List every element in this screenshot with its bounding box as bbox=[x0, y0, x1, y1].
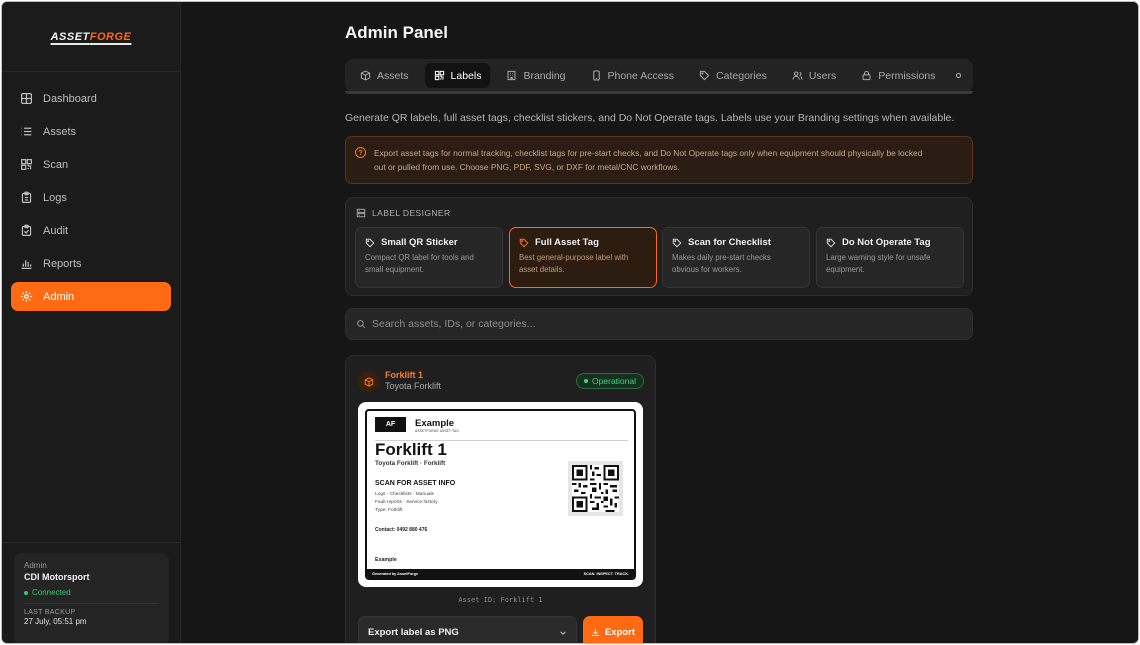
account-status-card: Admin CDI Motorsport Connected LAST BACK… bbox=[14, 553, 169, 643]
search-input[interactable] bbox=[372, 318, 932, 330]
lock-icon bbox=[862, 70, 871, 81]
label-type-do-not-operate-tag[interactable]: Do Not Operate Tag Large warning style f… bbox=[816, 227, 964, 288]
label-designer: LABEL DESIGNER Small QR Sticker Compact … bbox=[345, 197, 973, 296]
sidebar-item-label: Admin bbox=[43, 290, 75, 303]
organization-name: CDI Motorsport bbox=[24, 572, 90, 582]
page-title: Admin Panel bbox=[345, 23, 448, 42]
admin-tabs: Assets Labels Branding Phone Access Cate… bbox=[345, 59, 973, 92]
labels-description: Generate QR labels, full asset tags, che… bbox=[345, 112, 955, 124]
sidebar-item-logs[interactable]: Logs bbox=[11, 183, 171, 212]
tab-permissions[interactable]: Permissions bbox=[852, 63, 944, 88]
tab-labels[interactable]: Labels bbox=[424, 63, 491, 88]
tabs-scrollbar[interactable] bbox=[345, 91, 973, 94]
app-window: ASSETFORGE Dashboard Assets Scan Logs Au… bbox=[1, 1, 1139, 644]
asset-model: Toyota Forklift bbox=[385, 381, 442, 391]
asset-name[interactable]: Forklift 1 bbox=[385, 370, 423, 380]
download-icon bbox=[591, 629, 599, 637]
divider bbox=[24, 603, 159, 604]
chevron-down-icon bbox=[560, 630, 566, 635]
bar-chart-icon bbox=[21, 260, 32, 269]
sidebar-item-assets[interactable]: Assets bbox=[11, 117, 171, 146]
label-brand: Example bbox=[415, 418, 455, 429]
label-footer-bar: Generated by AssetForge SCAN. INSPECT. T… bbox=[367, 569, 634, 578]
connection-status: Connected bbox=[24, 588, 159, 597]
assetforge-logo[interactable]: ASSETFORGE bbox=[51, 31, 132, 43]
tag-icon bbox=[699, 70, 710, 81]
qr-icon bbox=[434, 70, 444, 81]
tab-more[interactable] bbox=[951, 63, 973, 88]
layout-icon bbox=[356, 208, 366, 218]
status-dot-icon bbox=[24, 590, 28, 595]
label-type-small-qr-sticker[interactable]: Small QR Sticker Compact QR label for to… bbox=[355, 227, 503, 288]
tab-phone-access[interactable]: Phone Access bbox=[582, 63, 684, 88]
label-brand-sub: ASSETFORGE ASSET TAG bbox=[415, 429, 460, 433]
tab-categories[interactable]: Categories bbox=[690, 63, 776, 88]
sidebar-item-label: Dashboard bbox=[43, 92, 97, 105]
tag-icon bbox=[826, 238, 836, 247]
qr-icon bbox=[21, 159, 32, 170]
tag-icon bbox=[519, 238, 529, 247]
status-badge: Operational bbox=[576, 373, 644, 389]
sidebar-item-audit[interactable]: Audit bbox=[11, 216, 171, 245]
last-backup-label: LAST BACKUP bbox=[24, 609, 76, 616]
building-icon bbox=[508, 70, 516, 81]
label-type-full-asset-tag[interactable]: Full Asset Tag Best general-purpose labe… bbox=[509, 227, 657, 288]
sidebar-item-label: Reports bbox=[43, 257, 82, 270]
sidebar-item-admin[interactable]: Admin bbox=[11, 282, 171, 311]
asset-search bbox=[345, 308, 973, 340]
account-role: Admin bbox=[24, 561, 47, 570]
tag-icon bbox=[365, 238, 375, 247]
label-logo-badge: AF bbox=[375, 417, 406, 432]
tab-users[interactable]: Users bbox=[783, 63, 845, 88]
main-content: Admin Panel Assets Labels Branding Phone… bbox=[182, 2, 1138, 643]
list-icon bbox=[21, 127, 32, 136]
sidebar-item-dashboard[interactable]: Dashboard bbox=[11, 84, 171, 113]
notice-line-2: out or pulled from use. Choose PNG, PDF,… bbox=[374, 162, 680, 172]
qr-code-icon bbox=[568, 461, 623, 516]
label-info: Logs · Checklists · Manuals Fault report… bbox=[375, 492, 438, 513]
gear-icon bbox=[956, 72, 962, 79]
label-scan-heading: SCAN FOR ASSET INFO bbox=[375, 480, 456, 487]
tab-branding[interactable]: Branding bbox=[497, 63, 574, 88]
asset-id: Asset ID: Forklift 1 bbox=[458, 596, 543, 604]
search-icon bbox=[357, 320, 366, 329]
export-format-select[interactable]: Export label as PNG bbox=[358, 616, 577, 643]
label-preview: AF Example ASSETFORGE ASSET TAG Forklift… bbox=[358, 402, 643, 587]
label-title: Forklift 1 bbox=[375, 440, 447, 459]
grid-icon bbox=[21, 93, 32, 104]
sidebar-item-label: Audit bbox=[43, 224, 69, 237]
asset-label-card: Forklift 1 Toyota Forklift Operational A… bbox=[345, 355, 656, 643]
users-icon bbox=[792, 71, 803, 80]
sidebar-item-label: Scan bbox=[43, 158, 69, 171]
asset-box-icon bbox=[358, 371, 379, 392]
logo-area: ASSETFORGE bbox=[2, 2, 180, 72]
label-subtitle: Toyota Forklift · Forklift bbox=[375, 460, 446, 467]
box-icon bbox=[360, 70, 371, 81]
help-circle-icon: ? bbox=[355, 147, 366, 158]
label-designer-title: LABEL DESIGNER bbox=[356, 208, 451, 218]
clipboard-icon bbox=[21, 191, 32, 203]
sidebar-item-reports[interactable]: Reports bbox=[11, 249, 171, 278]
export-notice: ? Export asset tags for normal tracking,… bbox=[345, 136, 973, 184]
clipboard-check-icon bbox=[21, 224, 32, 236]
sidebar-item-label: Assets bbox=[43, 125, 77, 138]
sidebar-item-scan[interactable]: Scan bbox=[11, 150, 171, 179]
gear-icon bbox=[21, 291, 32, 302]
sidebar-footer: Admin CDI Motorsport Connected LAST BACK… bbox=[2, 542, 181, 643]
sidebar: ASSETFORGE Dashboard Assets Scan Logs Au… bbox=[2, 2, 181, 643]
label-type-scan-for-checklist[interactable]: Scan for Checklist Makes daily pre-start… bbox=[662, 227, 810, 288]
asset-tag-preview: AF Example ASSETFORGE ASSET TAG Forklift… bbox=[365, 409, 636, 580]
notice-line-1: Export asset tags for normal tracking, c… bbox=[374, 148, 923, 158]
export-button[interactable]: Export bbox=[583, 616, 643, 643]
tag-icon bbox=[672, 238, 682, 247]
label-contact: Contact: 0492 880 476 bbox=[375, 527, 428, 533]
phone-icon bbox=[592, 70, 600, 81]
tab-assets[interactable]: Assets bbox=[351, 63, 418, 88]
sidebar-item-label: Logs bbox=[43, 191, 67, 204]
last-backup-time: 27 July, 05:51 pm bbox=[24, 617, 87, 626]
label-footer-brand: Example bbox=[375, 557, 397, 563]
status-dot-icon bbox=[584, 379, 589, 383]
sidebar-nav: Dashboard Assets Scan Logs Audit Reports bbox=[2, 72, 180, 311]
